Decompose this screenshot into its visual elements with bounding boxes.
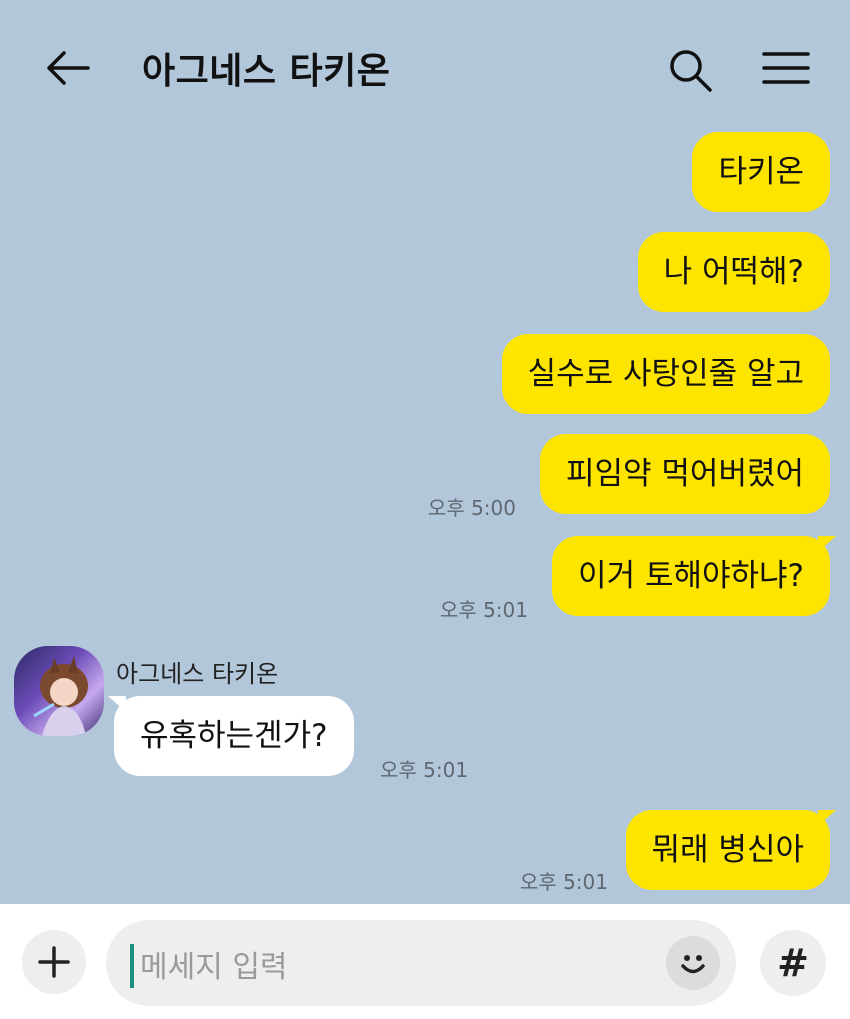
message-bubble-sent[interactable]: 나 어떡해? — [637, 232, 830, 312]
chat-title: 아그네스 타키온 — [142, 51, 391, 92]
message-time: 오후 5:01 — [519, 870, 608, 894]
message-bubble-received[interactable]: 유혹하는겐가? — [108, 696, 354, 776]
message-time: 오후 5:01 — [380, 758, 469, 782]
avatar[interactable] — [14, 646, 104, 736]
message-time: 오후 5:01 — [439, 598, 528, 622]
emoji-button[interactable] — [666, 936, 720, 990]
message-bubble-sent[interactable]: 뭐래 병신아 — [625, 810, 837, 890]
emoji-icon — [681, 955, 705, 974]
hashtag-button[interactable]: # — [760, 930, 826, 996]
search-icon[interactable] — [666, 46, 714, 94]
message-input[interactable] — [138, 936, 642, 998]
arrow-left-icon[interactable] — [44, 48, 92, 88]
message-time: 오후 5:00 — [427, 496, 516, 520]
attach-button[interactable] — [22, 930, 86, 994]
chat-header: 아그네스 타키온 — [0, 0, 850, 130]
message-bubble-sent[interactable]: 타키온 — [692, 132, 830, 212]
message-bubble-sent[interactable]: 이거 토해야하냐? — [552, 536, 836, 616]
message-bubble-sent[interactable]: 실수로 사탕인줄 알고 — [501, 334, 830, 414]
message-bubble-sent[interactable]: 피임약 먹어버렸어 — [539, 434, 830, 514]
sender-name: 아그네스 타키온 — [116, 660, 279, 688]
avatar-image — [33, 656, 88, 736]
text-caret — [130, 944, 134, 988]
plus-icon — [38, 946, 70, 978]
hamburger-menu-icon[interactable] — [760, 48, 812, 88]
